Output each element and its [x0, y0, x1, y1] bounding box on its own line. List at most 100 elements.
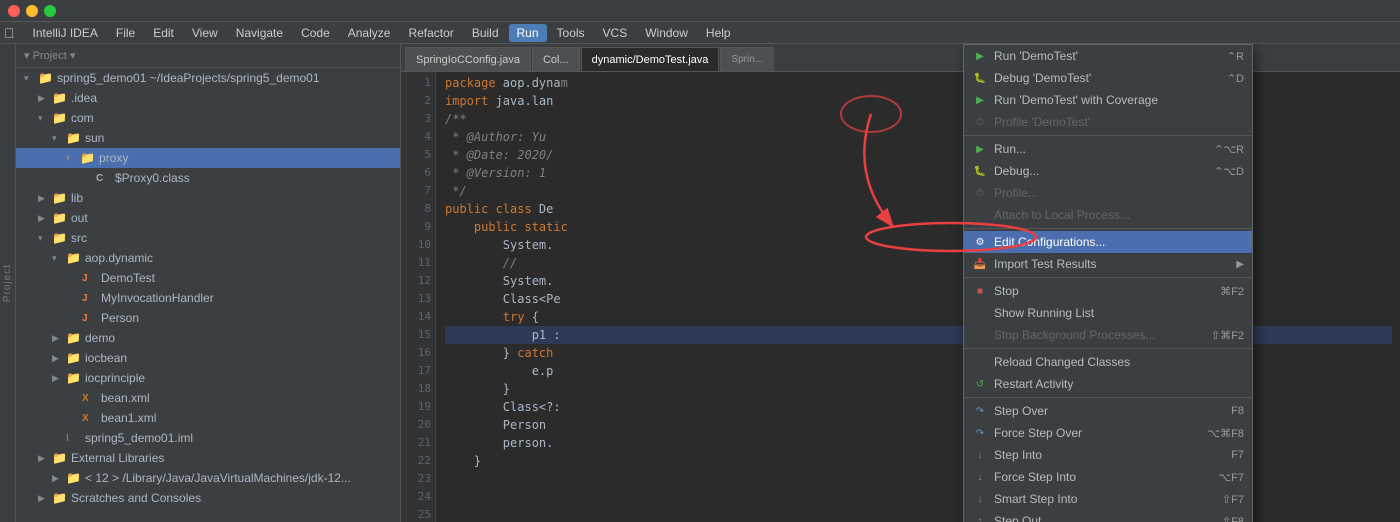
menu-smart-step-into[interactable]: ↓ Smart Step Into ⇧F7 — [964, 488, 1252, 510]
menu-vcs[interactable]: VCS — [595, 24, 636, 42]
menu-profile-demotest[interactable]: ⏱ Profile 'DemoTest' — [964, 111, 1252, 133]
menu-debug[interactable]: 🐛 Debug... ⌃⌥D — [964, 160, 1252, 182]
menu-analyze[interactable]: Analyze — [340, 24, 399, 42]
menu-navigate[interactable]: Navigate — [228, 24, 291, 42]
menu-edit-configurations[interactable]: ⚙ Edit Configurations... — [964, 231, 1252, 253]
tab-spring-right[interactable]: Sprin... — [720, 47, 774, 71]
menu-intellij[interactable]: IntelliJ IDEA — [25, 24, 106, 42]
tree-item-sun[interactable]: ▾ 📁 sun — [16, 128, 400, 148]
menu-run-coverage[interactable]: ▶ Run 'DemoTest' with Coverage — [964, 89, 1252, 111]
menu-step-into[interactable]: ↓ Step Into F7 — [964, 444, 1252, 466]
menu-label: Smart Step Into — [994, 492, 1077, 506]
reload-icon — [972, 354, 988, 370]
menu-build[interactable]: Build — [464, 24, 507, 42]
menu-stop[interactable]: ■ Stop ⌘F2 — [964, 280, 1252, 302]
tree-item-demo[interactable]: ▶ 📁 demo — [16, 328, 400, 348]
menu-label: Profile 'DemoTest' — [994, 115, 1090, 129]
tree-item-aop-dynamic[interactable]: ▾ 📁 aop.dynamic — [16, 248, 400, 268]
menu-label: Debug 'DemoTest' — [994, 71, 1091, 85]
folder-icon: 📁 — [66, 471, 82, 485]
tree-label: spring5_demo01.iml — [85, 431, 193, 445]
menu-run[interactable]: ▶ Run... ⌃⌥R — [964, 138, 1252, 160]
folder-icon: 📁 — [80, 151, 96, 165]
debug-icon: 🐛 — [972, 163, 988, 179]
import-icon: 📥 — [972, 256, 988, 272]
run-coverage-icon: ▶ — [972, 92, 988, 108]
tree-item-idea[interactable]: ▶ 📁 .idea — [16, 88, 400, 108]
menu-tools[interactable]: Tools — [549, 24, 593, 42]
tab-col[interactable]: Col... — [532, 47, 580, 71]
force-step-into-icon: ↓ — [972, 469, 988, 485]
menu-force-step-over[interactable]: ↷ Force Step Over ⌥⌘F8 — [964, 422, 1252, 444]
tree-item-extlibs[interactable]: ▶ 📁 External Libraries — [16, 448, 400, 468]
menu-refactor[interactable]: Refactor — [400, 24, 461, 42]
tree-item-iocbean[interactable]: ▶ 📁 iocbean — [16, 348, 400, 368]
menu-help[interactable]: Help — [698, 24, 739, 42]
step-over-icon: ↷ — [972, 403, 988, 419]
menu-code[interactable]: Code — [293, 24, 338, 42]
list-icon — [972, 305, 988, 321]
menu-view[interactable]: View — [184, 24, 226, 42]
tab-springioc[interactable]: SpringIoCConfig.java — [405, 47, 531, 71]
tree-item-person[interactable]: J Person — [16, 308, 400, 328]
folder-icon: 📁 — [52, 191, 68, 205]
menu-run[interactable]: Run — [509, 24, 547, 42]
tree-item-com[interactable]: ▾ 📁 com — [16, 108, 400, 128]
tree-item-src[interactable]: ▾ 📁 src — [16, 228, 400, 248]
tree-item-lib[interactable]: ▶ 📁 lib — [16, 188, 400, 208]
tree-item-iocprinc[interactable]: ▶ 📁 iocprinciple — [16, 368, 400, 388]
tree-item-spring5[interactable]: ▾ 📁 spring5_demo01 ~/IdeaProjects/spring… — [16, 68, 400, 88]
tree-arrow: ▶ — [52, 333, 66, 344]
tree-item-proxy[interactable]: ▾ 📁 proxy — [16, 148, 400, 168]
folder-icon: 📁 — [52, 111, 68, 125]
tree-arrow: ▾ — [52, 133, 66, 144]
menu-window[interactable]: Window — [637, 24, 696, 42]
menu-import-test[interactable]: 📥 Import Test Results ▶ — [964, 253, 1252, 275]
tree-item-demotest[interactable]: J DemoTest — [16, 268, 400, 288]
tree-item-scratches[interactable]: ▶ 📁 Scratches and Consoles — [16, 488, 400, 508]
folder-icon: 📁 — [52, 211, 68, 225]
project-strip-label: Project — [2, 264, 13, 302]
line-numbers: 12345 678910 1112131415 1617181920 21222… — [401, 72, 436, 522]
tree-label: aop.dynamic — [85, 251, 153, 265]
menu-reload-classes[interactable]: Reload Changed Classes — [964, 351, 1252, 373]
tree-arrow: ▾ — [66, 153, 80, 164]
run-dropdown-menu: ▶ Run 'DemoTest' ⌃R 🐛 Debug 'DemoTest' ⌃… — [963, 44, 1253, 522]
tree-item-proxy0[interactable]: C $Proxy0.class — [16, 168, 400, 188]
tree-label: < 12 > /Library/Java/JavaVirtualMachines… — [85, 471, 351, 485]
tree-arrow: ▶ — [52, 373, 66, 384]
maximize-button[interactable] — [44, 5, 56, 17]
tree-label: lib — [71, 191, 83, 205]
tree-item-bean1xml[interactable]: X bean1.xml — [16, 408, 400, 428]
menu-show-running[interactable]: Show Running List — [964, 302, 1252, 324]
folder-icon: 📁 — [52, 451, 68, 465]
menu-run-demotest[interactable]: ▶ Run 'DemoTest' ⌃R — [964, 45, 1252, 67]
menu-force-step-into[interactable]: ↓ Force Step Into ⌥F7 — [964, 466, 1252, 488]
submenu-arrow-icon: ▶ — [1236, 259, 1244, 270]
menu-debug-demotest[interactable]: 🐛 Debug 'DemoTest' ⌃D — [964, 67, 1252, 89]
folder-icon: 📁 — [66, 131, 82, 145]
apple-menu[interactable]:  — [4, 25, 15, 41]
tree-item-out[interactable]: ▶ 📁 out — [16, 208, 400, 228]
tree-item-iml[interactable]: I spring5_demo01.iml — [16, 428, 400, 448]
menu-stop-bg[interactable]: Stop Background Processes... ⇧⌘F2 — [964, 324, 1252, 346]
menu-step-out[interactable]: ↑ Step Out ⇧F8 — [964, 510, 1252, 522]
tree-item-jdk[interactable]: ▶ 📁 < 12 > /Library/Java/JavaVirtualMach… — [16, 468, 400, 488]
tab-demotest[interactable]: dynamic/DemoTest.java — [581, 47, 720, 71]
menu-profile[interactable]: ⏱ Profile... — [964, 182, 1252, 204]
menu-step-over[interactable]: ↷ Step Over F8 — [964, 400, 1252, 422]
menu-shortcut: F7 — [1231, 449, 1244, 461]
tree-item-beanxml[interactable]: X bean.xml — [16, 388, 400, 408]
menu-sep-4 — [964, 348, 1252, 349]
menu-file[interactable]: File — [108, 24, 143, 42]
menu-attach-local[interactable]: Attach to Local Process... — [964, 204, 1252, 226]
menu-restart-activity[interactable]: ↺ Restart Activity — [964, 373, 1252, 395]
force-step-over-icon: ↷ — [972, 425, 988, 441]
minimize-button[interactable] — [26, 5, 38, 17]
close-button[interactable] — [8, 5, 20, 17]
tree-item-invhandler[interactable]: J MyInvocationHandler — [16, 288, 400, 308]
tree-arrow: ▶ — [38, 93, 52, 104]
menu-edit[interactable]: Edit — [145, 24, 182, 42]
tree-label: out — [71, 211, 88, 225]
profile-icon: ⏱ — [972, 114, 988, 130]
